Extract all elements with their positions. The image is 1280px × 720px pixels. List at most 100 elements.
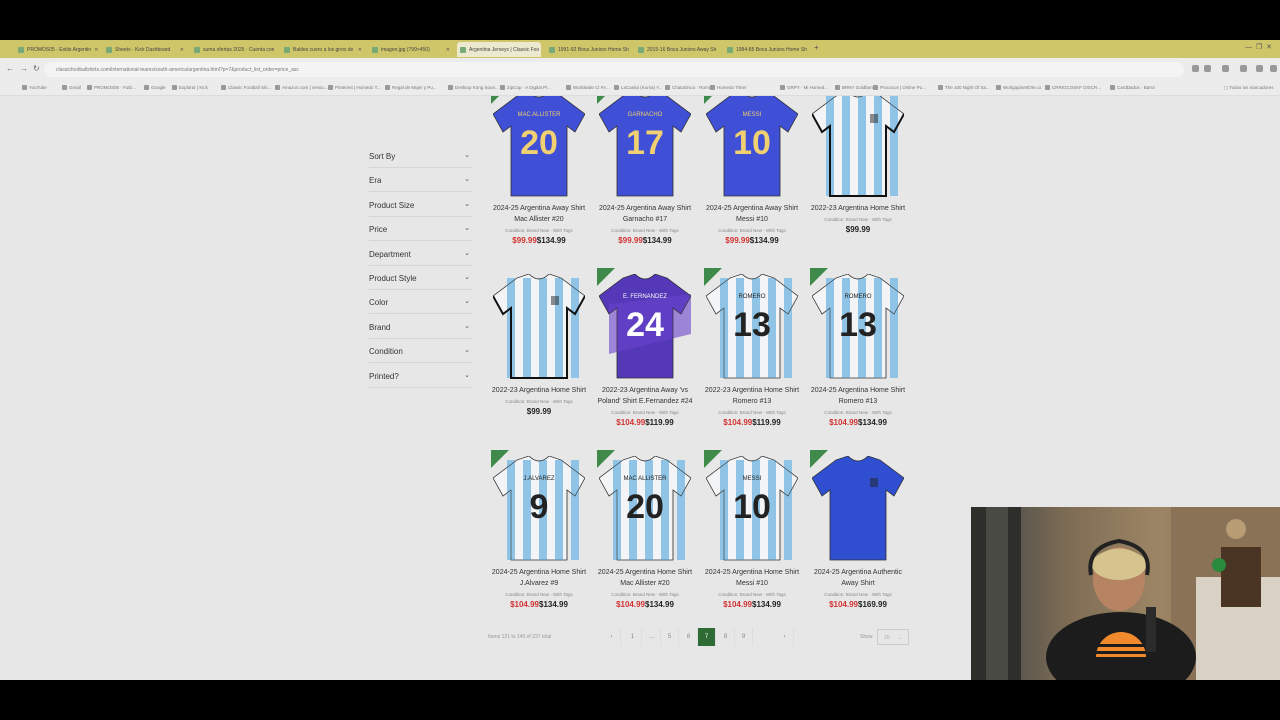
product-image[interactable] — [812, 96, 904, 197]
product-image[interactable]: J.ALVAREZ 9 — [491, 450, 585, 561]
bookmark-item[interactable]: CardDados · Barra — [1110, 85, 1155, 90]
show-per-page-select[interactable]: 20 ⌄ — [877, 629, 909, 645]
product-card[interactable]: 2022-23 Argentina Home Shirt Condition: B… — [803, 96, 913, 234]
filter-sort-by[interactable]: Sort By ⌄ — [369, 144, 472, 168]
bookmark-item[interactable]: GRPY · Mi Homed... — [780, 85, 828, 90]
bookmark-item[interactable]: Desktop Kong Soun... — [448, 85, 499, 90]
product-image[interactable] — [810, 450, 904, 561]
bookmark-item[interactable]: Regal de Mujer y Pu... — [385, 85, 437, 90]
product-card[interactable]: ROMERO 13 2022-23 Argentina Home Shirt Rome… — [697, 268, 807, 427]
page-link[interactable]: › — [776, 628, 794, 646]
bookmark-item[interactable]: ZipCup · A Digital Pl... — [500, 85, 551, 90]
product-image[interactable]: GARNACHO 17 — [597, 96, 691, 197]
bookmark-item[interactable]: PROMOS05 · Futb... — [87, 85, 136, 90]
profile-icon[interactable] — [1256, 65, 1263, 72]
bookmark-item[interactable]: Gmail — [62, 85, 81, 90]
url-input[interactable]: classicfootballshirts.com/international-… — [44, 62, 1184, 77]
forward-icon[interactable]: → — [20, 64, 28, 73]
bookmark-item[interactable]: ChatoDisco · Roma... — [665, 85, 715, 90]
bookmark-item[interactable]: CRRIGCOSKF DISCR... — [1045, 85, 1101, 90]
tab-5[interactable]: Argentina Jerseys | Classic Foo✕ — [457, 42, 541, 57]
close-icon[interactable]: ✕ — [446, 47, 450, 53]
filter-product-style[interactable]: Product Style ⌄ — [369, 266, 472, 290]
product-card[interactable]: MESSI 10 2024-25 Argentina Home Shirt Messi… — [697, 450, 807, 609]
product-image[interactable]: ROMERO 13 — [704, 268, 798, 379]
page-link[interactable]: ... — [643, 628, 661, 646]
close-icon[interactable]: ✕ — [180, 47, 184, 53]
bookmark-item[interactable]: Prococus | Online Pu... — [873, 85, 926, 90]
tab-1[interactable]: Sheets · Kick Dashboard ✕ — [103, 42, 187, 57]
tab-2[interactable]: suma ofertas 2025 · Cuenta con✕ — [191, 42, 275, 57]
star-icon[interactable] — [1204, 65, 1211, 72]
tab-0[interactable]: PROMOS05 · Estilo Argentin ✕ — [15, 42, 99, 57]
product-name[interactable]: 2022-23 Argentina Home Shirt — [484, 385, 594, 396]
product-card[interactable]: ROMERO 13 2024-25 Argentina Home Shirt Rome… — [803, 268, 913, 427]
bookmark-item[interactable]: Explorar | Kick — [172, 85, 208, 90]
product-name[interactable]: 2024-25 Argentina Home Shirt Mac Allister… — [590, 567, 700, 589]
product-image[interactable]: E. FERNANDEZ 24 — [597, 268, 691, 379]
reload-icon[interactable]: ↻ — [33, 64, 40, 73]
product-image[interactable]: MAC ALLISTER 20 — [491, 96, 585, 197]
extensions-icon[interactable] — [1222, 65, 1229, 72]
page-link[interactable]: 1 — [624, 628, 642, 646]
tab-3[interactable]: Baldes cuero a los giros de ✕ — [281, 42, 365, 57]
product-card[interactable]: 2024-25 Argentina Authentic Away Shirt Con… — [803, 450, 913, 609]
page-link[interactable]: 5 — [661, 628, 679, 646]
window-controls[interactable]: — ❐ ✕ — [1245, 43, 1272, 51]
bookmark-item[interactable]: LaCanita (Kuma) Y... — [614, 85, 662, 90]
tab-4[interactable]: imagen.jpg (799×450) ✕ — [369, 42, 453, 57]
filter-printed[interactable]: Printed? ⌄ — [369, 364, 472, 388]
filter-product-size[interactable]: Product Size ⌄ — [369, 193, 472, 217]
bookmark-item[interactable]: Pinterest | Homedo T... — [328, 85, 381, 90]
bookmark-item[interactable]: Worlgapinet/Ole.co — [996, 85, 1041, 90]
back-icon[interactable]: ← — [6, 64, 14, 73]
product-name[interactable]: 2024-25 Argentina Home Shirt Messi #10 — [697, 567, 807, 589]
product-image[interactable]: MAC ALLISTER 20 — [597, 450, 691, 561]
tab-6[interactable]: 1991-92 Boca Juniors Home Sh✕ — [546, 42, 630, 57]
product-name[interactable]: 2022-23 Argentina Home Shirt Romero #13 — [697, 385, 807, 407]
page-link[interactable]: 7 — [698, 628, 716, 646]
product-image[interactable] — [493, 274, 585, 379]
product-card[interactable]: GARNACHO 17 2024-25 Argentina Away Shirt Ga… — [590, 96, 700, 245]
filter-era[interactable]: Era ⌄ — [369, 168, 472, 193]
page-link[interactable]: ‹ — [603, 628, 621, 646]
bookmark-item[interactable]: BRRY Goldfarm — [835, 85, 874, 90]
product-card[interactable]: E. FERNANDEZ 24 2022-23 Argentina Away 'vs… — [590, 268, 700, 427]
product-card[interactable]: 2022-23 Argentina Home Shirt Condition: B… — [484, 274, 594, 416]
close-icon[interactable]: ✕ — [358, 47, 362, 53]
product-name[interactable]: 2024-25 Argentina Away Shirt Garnacho #17 — [590, 203, 700, 225]
bookmark-item[interactable]: Classic Football Shi... — [221, 85, 271, 90]
page-link[interactable]: 6 — [680, 628, 698, 646]
new-tab-icon[interactable]: + — [814, 43, 819, 52]
product-card[interactable]: MAC ALLISTER 20 2024-25 Argentina Home Shi… — [590, 450, 700, 609]
bookmark-item[interactable]: Homedo Timer — [710, 85, 747, 90]
product-name[interactable]: 2024-25 Argentina Home Shirt Romero #13 — [803, 385, 913, 407]
product-card[interactable]: MESSI 10 2024-25 Argentina Away Shirt Messi… — [697, 96, 807, 245]
close-icon[interactable]: ✕ — [94, 47, 98, 53]
product-name[interactable]: 2024-25 Argentina Away Shirt Mac Allister… — [484, 203, 594, 225]
filter-brand[interactable]: Brand ⌄ — [369, 315, 472, 339]
bookmark-item[interactable]: Google — [144, 85, 166, 90]
bookmark-item[interactable]: Amazon.com | versio... — [275, 85, 328, 90]
product-name[interactable]: 2022-23 Argentina Home Shirt — [803, 203, 913, 214]
product-image[interactable]: ROMERO 13 — [810, 268, 904, 379]
menu-icon[interactable] — [1270, 65, 1277, 72]
product-name[interactable]: 2024-25 Argentina Away Shirt Messi #10 — [697, 203, 807, 225]
download-icon[interactable] — [1240, 65, 1247, 72]
product-image[interactable]: MESSI 10 — [704, 450, 798, 561]
bookmark-item[interactable]: Worldwide Cl Fe... — [566, 85, 610, 90]
bookmark-item[interactable]: The 100 Night Of Sa... — [938, 85, 990, 90]
product-card[interactable]: MAC ALLISTER 20 2024-25 Argentina Away Shi… — [484, 96, 594, 245]
filter-price[interactable]: Price ⌄ — [369, 217, 472, 242]
all-bookmarks[interactable]: ▢ Todos los marcadores — [1224, 85, 1273, 91]
product-name[interactable]: 2024-25 Argentina Authentic Away Shirt — [803, 567, 913, 589]
tab-8[interactable]: 1984-85 Boca Juniors Home Sh✕ — [724, 42, 808, 57]
translate-icon[interactable] — [1192, 65, 1199, 72]
page-link[interactable]: 9 — [735, 628, 753, 646]
product-card[interactable]: J.ALVAREZ 9 2024-25 Argentina Home Shirt J.… — [484, 450, 594, 609]
product-image[interactable]: MESSI 10 — [704, 96, 798, 197]
product-name[interactable]: 2024-25 Argentina Home Shirt J.Alvarez #9 — [484, 567, 594, 589]
filter-color[interactable]: Color ⌄ — [369, 290, 472, 315]
filter-condition[interactable]: Condition ⌄ — [369, 339, 472, 364]
filter-department[interactable]: Department ⌄ — [369, 242, 472, 266]
